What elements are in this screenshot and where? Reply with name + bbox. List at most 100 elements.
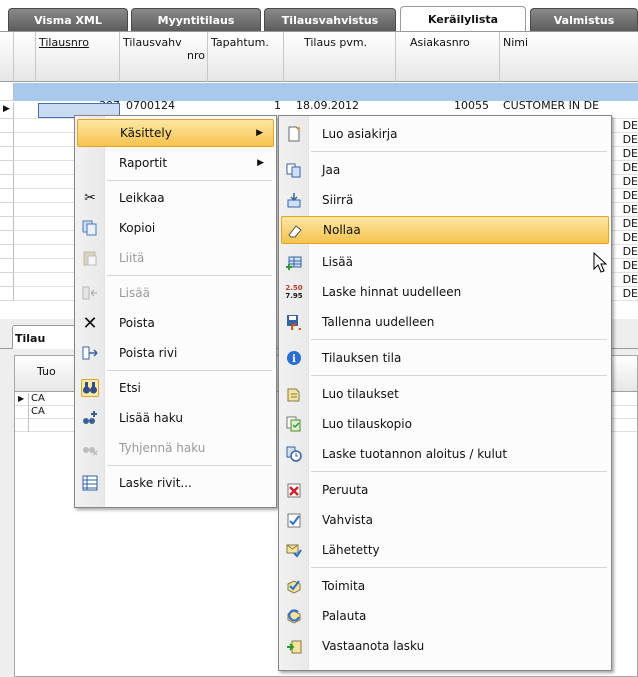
cell-tapahtum: 1 bbox=[274, 99, 281, 112]
header-label[interactable]: Tuo bbox=[37, 365, 56, 378]
menu-item-label: Tyhjennä haku bbox=[119, 441, 206, 455]
row-selector[interactable] bbox=[0, 133, 14, 147]
tab-label: Myyntitilaus bbox=[157, 13, 235, 27]
header-tilausnro[interactable]: Tilausnro bbox=[36, 32, 120, 82]
sent-icon bbox=[285, 541, 303, 559]
row-selector-current[interactable]: ▶ bbox=[0, 102, 14, 119]
menu-item-nollaa[interactable]: Nollaa bbox=[281, 216, 609, 244]
cell-nimi-tail: DE bbox=[622, 217, 638, 230]
menu-item-jaa[interactable]: Jaa bbox=[281, 156, 609, 184]
row-selector[interactable] bbox=[0, 259, 14, 273]
header-label: Tilaus pvm. bbox=[304, 36, 368, 49]
tab-tilausvahvistus[interactable]: Tilausvahvistus bbox=[264, 8, 396, 31]
menu-item-laske-rivit[interactable]: Laske rivit... bbox=[77, 469, 274, 497]
row-selector[interactable] bbox=[0, 189, 14, 203]
menu-item-vahvista[interactable]: Vahvista bbox=[281, 506, 609, 534]
menu-item-label: Nollaa bbox=[323, 223, 361, 237]
add-search-icon bbox=[81, 409, 99, 427]
menu-item-luo-tilaukset[interactable]: Luo tilaukset bbox=[281, 380, 609, 408]
move-icon bbox=[285, 191, 303, 209]
cell-product: CA bbox=[31, 406, 45, 417]
header-tilausvahv[interactable]: Tilausvahv nro bbox=[120, 32, 208, 82]
menu-item-lisaa-sub[interactable]: Lisää bbox=[281, 248, 609, 276]
menu-separator bbox=[311, 151, 607, 152]
cell-nimi-tail: DE bbox=[622, 147, 638, 160]
row-selector[interactable] bbox=[0, 147, 14, 161]
tab-label: Visma XML bbox=[34, 13, 102, 27]
copy-order-icon bbox=[285, 415, 303, 433]
confirm-icon bbox=[285, 511, 303, 529]
current-row-arrow-icon: ▶ bbox=[18, 394, 25, 403]
menu-item-vastaanota-lasku[interactable]: Vastaanota lasku bbox=[281, 632, 609, 660]
menu-item-label: Leikkaa bbox=[119, 191, 165, 205]
row-selector[interactable] bbox=[0, 287, 14, 301]
binoculars-icon bbox=[81, 379, 99, 397]
menu-item-lisaa[interactable]: Lisää bbox=[77, 279, 274, 307]
menu-item-raportit[interactable]: Raportit ▶ bbox=[77, 149, 274, 177]
price-recalc-icon: 2.50 7.95 bbox=[285, 283, 303, 301]
menu-item-etsi[interactable]: Etsi bbox=[77, 374, 274, 402]
grid-header: Tilausnro Tilausvahv nro Tapahtum. Tilaus… bbox=[0, 32, 638, 82]
cell-nimi-tail: DE bbox=[622, 287, 638, 300]
menu-item-peruuta[interactable]: Peruuta bbox=[281, 476, 609, 504]
row-selector[interactable] bbox=[0, 273, 14, 287]
menu-item-toimita[interactable]: Toimita bbox=[281, 572, 609, 600]
row-selector[interactable] bbox=[0, 231, 14, 245]
count-rows-icon bbox=[81, 474, 99, 492]
menu-item-luo-tilauskopio[interactable]: Luo tilauskopio bbox=[281, 410, 609, 438]
cell-nimi-tail: DE bbox=[622, 273, 638, 286]
menu-item-luo-asiakirja[interactable]: Luo asiakirja bbox=[281, 120, 609, 148]
menu-item-liita[interactable]: Liitä bbox=[77, 244, 274, 272]
tab-bar: Visma XML Myyntitilaus Tilausvahvistus K… bbox=[0, 0, 638, 32]
tab-tilaus-lower[interactable]: Tilau bbox=[12, 325, 82, 349]
row-selector[interactable] bbox=[0, 119, 14, 133]
menu-item-siirra[interactable]: Siirrä bbox=[281, 186, 609, 214]
tab-label: Tilausvahvistus bbox=[281, 13, 379, 27]
menu-separator bbox=[107, 180, 272, 181]
menu-item-label: Palauta bbox=[322, 609, 367, 623]
receive-invoice-icon bbox=[285, 637, 303, 655]
eraser-icon bbox=[286, 222, 304, 240]
menu-item-laske-tuotannon[interactable]: Laske tuotannon aloitus / kulut bbox=[281, 440, 609, 468]
menu-item-kopioi[interactable]: Kopioi bbox=[77, 214, 274, 242]
tab-kerailylista[interactable]: Keräilylista bbox=[400, 6, 526, 32]
menu-item-poista-rivi[interactable]: Poista rivi bbox=[77, 339, 274, 367]
menu-separator bbox=[107, 465, 272, 466]
filter-row-selector[interactable] bbox=[0, 83, 14, 101]
menu-item-tyhjenna-haku[interactable]: Tyhjennä haku bbox=[77, 434, 274, 462]
tab-myyntitilaus[interactable]: Myyntitilaus bbox=[131, 8, 261, 31]
header-tapahtum[interactable]: Tapahtum. bbox=[208, 32, 284, 82]
menu-item-label: Raportit bbox=[119, 156, 168, 170]
x-delete-icon: ✕ bbox=[82, 312, 98, 334]
menu-item-palauta[interactable]: Palauta bbox=[281, 602, 609, 630]
menu-item-tilauksen-tila[interactable]: i Tilauksen tila bbox=[281, 344, 609, 372]
row-selector[interactable] bbox=[0, 175, 14, 189]
tab-valmistus[interactable]: Valmistus bbox=[530, 8, 638, 31]
row-selector[interactable] bbox=[15, 406, 29, 419]
menu-item-lahetetty[interactable]: Lähetetty bbox=[281, 536, 609, 564]
menu-item-poista[interactable]: ✕ Poista bbox=[77, 309, 274, 337]
menu-item-kasittely[interactable]: Käsittely ▶ bbox=[77, 119, 274, 147]
save-again-icon bbox=[285, 313, 303, 331]
menu-item-lisaa-haku[interactable]: Lisää haku bbox=[77, 404, 274, 432]
header-tilaus-pvm[interactable]: Tilaus pvm. bbox=[284, 32, 396, 82]
header-corner bbox=[0, 32, 14, 82]
row-selector[interactable] bbox=[0, 245, 14, 259]
menu-item-label: Lisää haku bbox=[119, 411, 183, 425]
row-selector[interactable] bbox=[0, 217, 14, 231]
clock-icon bbox=[285, 445, 303, 463]
header-nimi[interactable]: Nimi bbox=[500, 32, 638, 82]
menu-item-label: Laske tuotannon aloitus / kulut bbox=[322, 447, 508, 461]
menu-item-label: Vastaanota lasku bbox=[322, 639, 425, 653]
row-selector[interactable] bbox=[0, 203, 14, 217]
row-selector[interactable] bbox=[0, 161, 14, 175]
menu-item-tallenna-uudelleen[interactable]: Tallenna uudelleen bbox=[281, 308, 609, 336]
tab-visma-xml[interactable]: Visma XML bbox=[8, 8, 128, 31]
menu-item-label: Käsittely bbox=[120, 126, 172, 140]
menu-item-laske-hinnat[interactable]: 2.50 7.95 Laske hinnat uudelleen bbox=[281, 278, 609, 306]
menu-item-leikkaa[interactable]: ✂ Leikkaa bbox=[77, 184, 274, 212]
menu-item-label: Lisää bbox=[322, 255, 353, 269]
row-selector-current[interactable]: ▶ bbox=[15, 393, 29, 406]
row-selector[interactable] bbox=[15, 419, 29, 432]
header-asiakasnro[interactable]: Asiakasnro bbox=[396, 32, 500, 82]
